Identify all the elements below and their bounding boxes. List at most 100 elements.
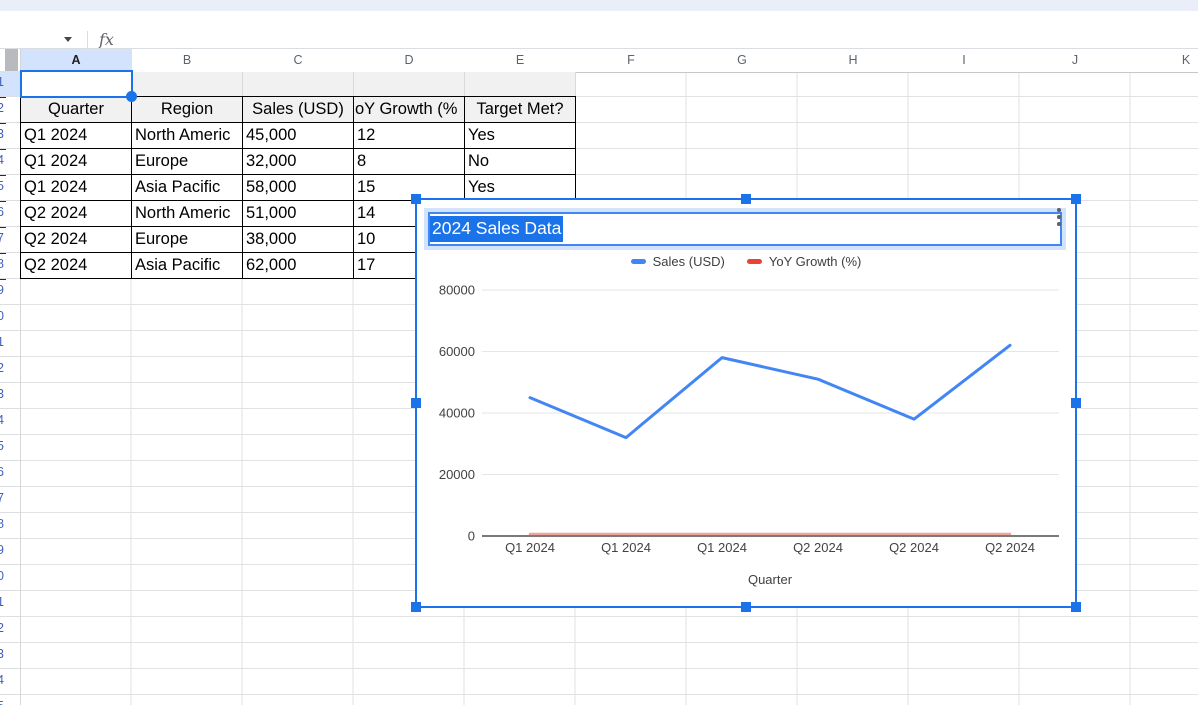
table-header-cell[interactable]: Target Met? [465,97,576,123]
table-border-tick [0,253,6,254]
row-header-1[interactable]: 1 [0,71,20,97]
row-header-11[interactable]: 11 [0,331,20,357]
column-header-a[interactable]: A [21,49,133,71]
row-header-23[interactable]: 23 [0,643,20,669]
row-number: 22 [0,621,4,635]
row-header-18[interactable]: 18 [0,513,20,539]
selection-handle[interactable] [126,91,137,102]
table-border-tick [0,201,6,202]
fx-icon: fx [99,30,114,49]
table-cell[interactable]: Europe [132,227,243,253]
table-cell[interactable]: Q1 2024 [21,149,132,175]
svg-text:Q1 2024: Q1 2024 [505,540,555,555]
legend-marker [747,259,762,264]
row-header-15[interactable]: 15 [0,435,20,461]
row-header-9[interactable]: 9 [0,279,20,305]
row-header-19[interactable]: 19 [0,539,20,565]
legend-item-yoy-growth-[interactable]: YoY Growth (%) [747,254,862,269]
column-header-b[interactable]: B [132,49,244,71]
table-cell[interactable]: Q2 2024 [21,253,132,279]
table-cell[interactable]: Asia Pacific [132,175,243,201]
row-number: 1 [0,75,4,89]
table-border-tick [0,97,6,98]
spreadsheet-app: fx ABCDEFGHIJK 1234567891011121314151617… [0,0,1198,705]
column-header-k[interactable]: K [1131,49,1198,71]
row-header-4[interactable]: 4 [0,149,20,175]
table-cell[interactable]: Europe [132,149,243,175]
column-header-e[interactable]: E [465,49,577,71]
row-header-25[interactable]: 25 [0,695,20,705]
table-cell[interactable]: North Americ [132,201,243,227]
chart-container[interactable]: 020000400006000080000Q1 2024Q1 2024Q1 20… [415,198,1077,608]
row-number: 24 [0,673,4,687]
chart-title-editor[interactable]: 2024 Sales Data [428,212,1062,246]
row-header-20[interactable]: 20 [0,565,20,591]
chart-menu-icon[interactable] [1055,208,1063,230]
row-number: 8 [0,257,4,271]
row-header-3[interactable]: 3 [0,123,20,149]
table-cell[interactable]: 58,000 [243,175,354,201]
table-cell[interactable]: 45,000 [243,123,354,149]
table-border-tick [0,227,6,228]
row-header-12[interactable]: 12 [0,357,20,383]
table-cell[interactable]: No [465,149,576,175]
svg-text:Q1 2024: Q1 2024 [697,540,747,555]
svg-text:60000: 60000 [439,344,475,359]
column-header-h[interactable]: H [798,49,910,71]
legend-item-sales-usd-[interactable]: Sales (USD) [631,254,725,269]
table-header-cell[interactable]: Quarter [21,97,132,123]
row-header-17[interactable]: 17 [0,487,20,513]
row-header-24[interactable]: 24 [0,669,20,695]
row-header-2[interactable]: 2 [0,97,20,123]
row-number: 19 [0,543,4,557]
svg-text:Quarter: Quarter [748,572,793,587]
row-header-6[interactable]: 6 [0,201,20,227]
row-header-strip[interactable]: 1234567891011121314151617181920212223242… [0,71,21,705]
table-cell[interactable]: 32,000 [243,149,354,175]
name-box-dropdown-icon[interactable] [64,37,72,42]
legend-label: Sales (USD) [653,254,725,269]
table-cell[interactable]: Q2 2024 [21,201,132,227]
formula-bar-divider [87,31,88,49]
row-header-7[interactable]: 7 [0,227,20,253]
table-cell[interactable]: 8 [354,149,465,175]
table-cell[interactable]: Yes [465,123,576,149]
row1-shaded-cells[interactable] [132,72,576,97]
table-cell[interactable]: 12 [354,123,465,149]
column-header-d[interactable]: D [354,49,466,71]
table-cell[interactable]: Q1 2024 [21,123,132,149]
chart-legend: Sales (USD) YoY Growth (%) [417,254,1075,269]
table-cell[interactable]: Q1 2024 [21,175,132,201]
row-header-5[interactable]: 5 [0,175,20,201]
table-cell[interactable]: 62,000 [243,253,354,279]
row-header-10[interactable]: 10 [0,305,20,331]
legend-marker [631,259,646,264]
table-cell[interactable]: 51,000 [243,201,354,227]
column-header-i[interactable]: I [909,49,1021,71]
column-header-g[interactable]: G [687,49,799,71]
column-header-c[interactable]: C [243,49,355,71]
row-header-14[interactable]: 14 [0,409,20,435]
toolbar-strip [0,0,1198,11]
table-cell[interactable]: Q2 2024 [21,227,132,253]
table-border-tick [0,279,6,280]
column-header-j[interactable]: J [1020,49,1132,71]
row-header-8[interactable]: 8 [0,253,20,279]
select-all-corner-block [5,49,18,71]
row-header-22[interactable]: 22 [0,617,20,643]
active-cell[interactable] [20,70,133,98]
table-header-cell[interactable]: Region [132,97,243,123]
row-number: 3 [0,127,4,141]
table-cell[interactable]: North Americ [132,123,243,149]
table-header-cell[interactable]: Sales (USD) [243,97,354,123]
row-header-13[interactable]: 13 [0,383,20,409]
table-header-cell[interactable]: oY Growth (% [354,97,465,123]
column-header-f[interactable]: F [576,49,688,71]
row-number: 20 [0,569,4,583]
row-header-16[interactable]: 16 [0,461,20,487]
select-all-corner[interactable] [0,49,21,71]
row-header-21[interactable]: 21 [0,591,20,617]
table-cell[interactable]: Asia Pacific [132,253,243,279]
table-cell[interactable]: 38,000 [243,227,354,253]
chart-title: 2024 Sales Data [430,216,563,242]
